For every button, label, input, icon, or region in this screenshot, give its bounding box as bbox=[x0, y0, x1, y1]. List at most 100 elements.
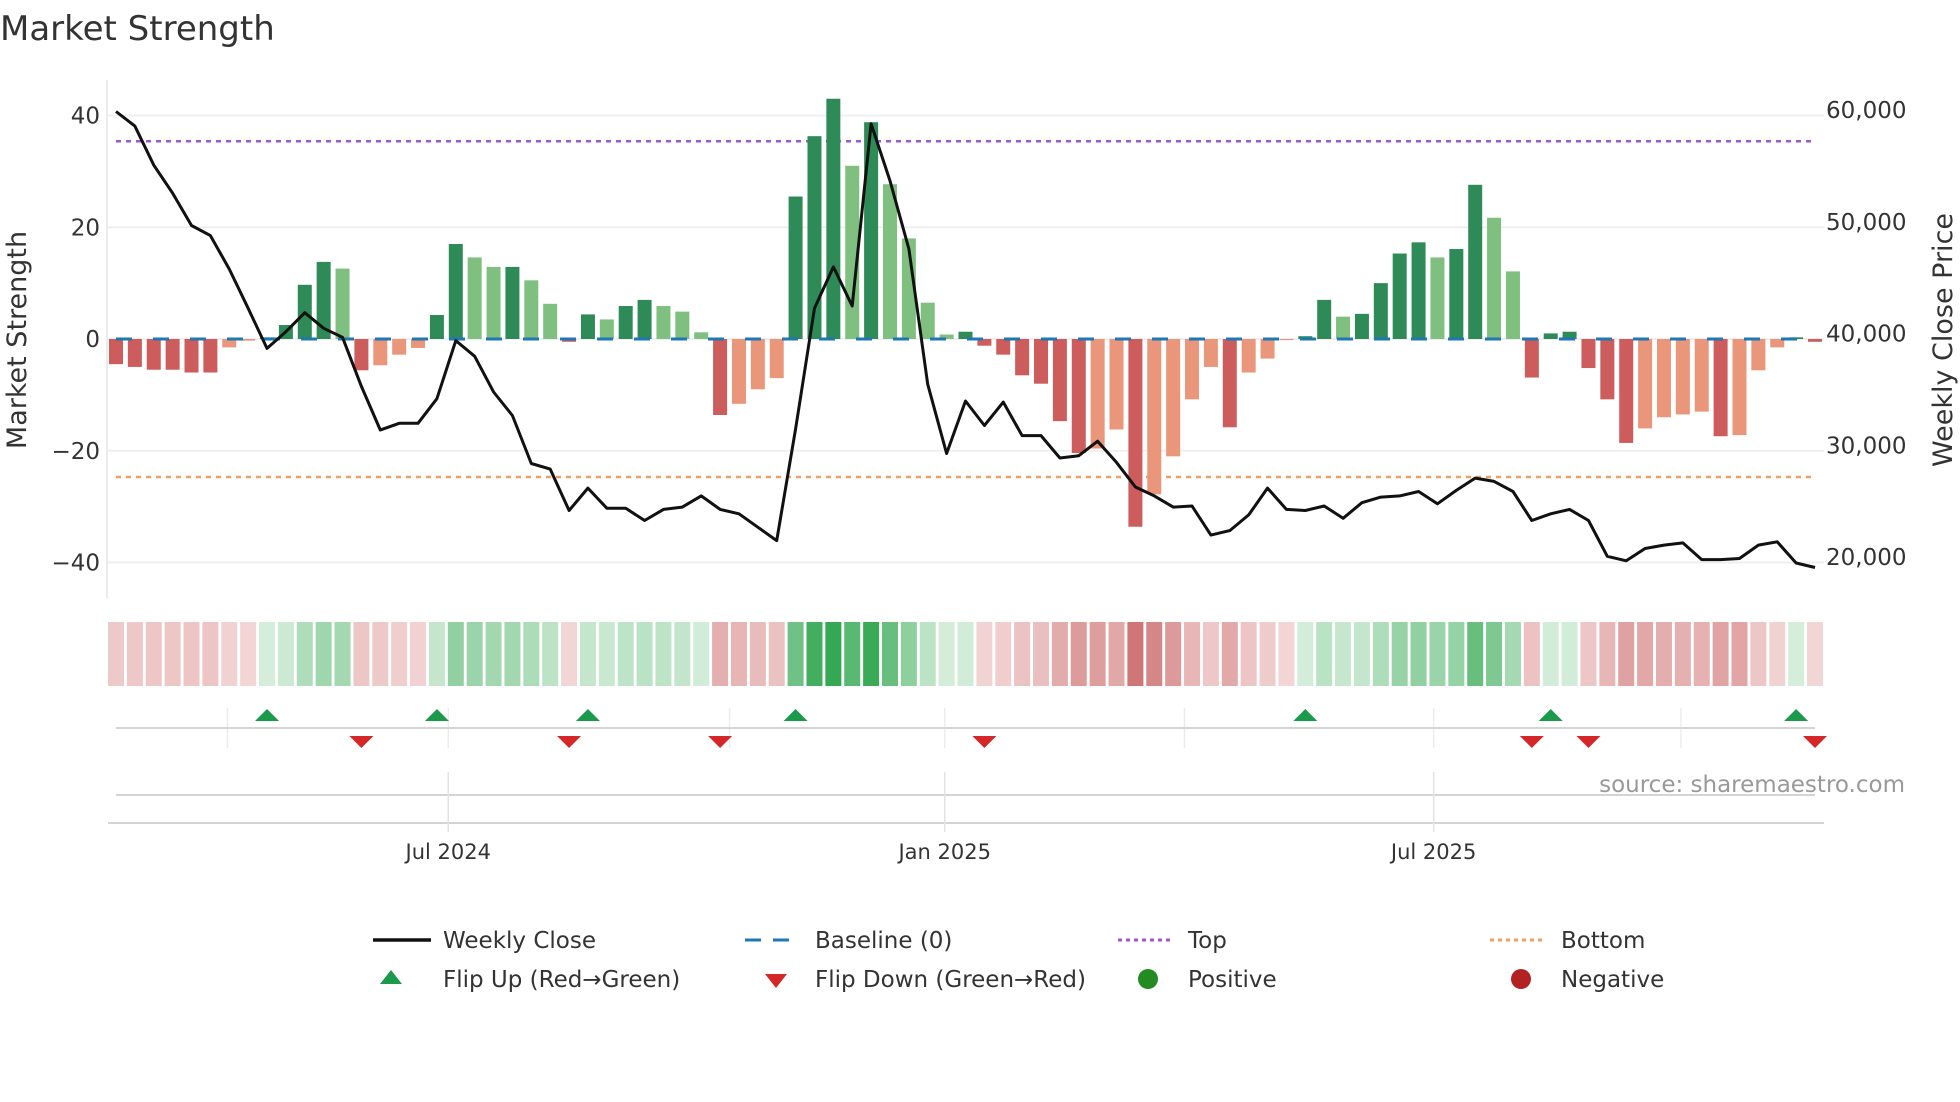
strength-tile bbox=[768, 622, 785, 686]
flip-down-marker bbox=[1519, 736, 1544, 748]
strength-bar bbox=[1694, 339, 1709, 412]
strength-bar bbox=[1071, 339, 1086, 453]
strength-bars bbox=[109, 98, 1822, 527]
strength-tile bbox=[730, 622, 747, 686]
strength-bar bbox=[1373, 283, 1388, 339]
flip-down-marker bbox=[557, 736, 582, 748]
strength-bar bbox=[713, 339, 728, 415]
strength-tile bbox=[1448, 622, 1465, 686]
strength-tile bbox=[1410, 622, 1427, 686]
chart-title: Market Strength bbox=[0, 9, 275, 49]
legend-label: Baseline (0) bbox=[815, 928, 952, 954]
strength-bar bbox=[750, 339, 765, 390]
legend-baseline[interactable]: Baseline (0) bbox=[745, 928, 952, 954]
left-axis-ticks: 40 20 0 −20 −40 bbox=[51, 104, 100, 577]
strength-tile bbox=[1429, 622, 1446, 686]
y-tick-label: 0 bbox=[85, 327, 100, 353]
strength-bar bbox=[1449, 249, 1464, 339]
circle-red-icon bbox=[1511, 969, 1531, 989]
strength-bar bbox=[373, 339, 388, 366]
strength-bar bbox=[448, 244, 463, 339]
strength-bar bbox=[1468, 184, 1483, 339]
strength-tile bbox=[957, 622, 974, 686]
flip-down-marker bbox=[349, 736, 374, 748]
strength-bar bbox=[165, 339, 180, 370]
strength-tile bbox=[447, 622, 464, 686]
y2-tick-label: 30,000 bbox=[1826, 433, 1906, 459]
strength-tile bbox=[1637, 622, 1654, 686]
strength-tile bbox=[1486, 622, 1503, 686]
strength-bar bbox=[1713, 339, 1728, 437]
strength-tile bbox=[1731, 622, 1748, 686]
strength-tile bbox=[806, 622, 823, 686]
market-strength-chart: Market Strength 40 20 0 −20 −40 60,000 50,000… bbox=[0, 9, 1959, 993]
strength-bar bbox=[1392, 253, 1407, 339]
y2-tick-label: 50,000 bbox=[1826, 210, 1906, 236]
strength-tile bbox=[938, 622, 955, 686]
legend-label: Weekly Close bbox=[443, 928, 596, 954]
triangle-down-icon bbox=[765, 974, 787, 988]
strength-bar bbox=[788, 196, 803, 339]
strength-bar bbox=[335, 268, 350, 339]
strength-tile bbox=[334, 622, 351, 686]
strength-tile bbox=[1033, 622, 1050, 686]
strength-tile bbox=[259, 622, 276, 686]
strength-tile bbox=[1240, 622, 1257, 686]
strength-bar bbox=[769, 339, 784, 379]
strength-bar bbox=[1543, 333, 1558, 339]
strength-bar bbox=[1166, 339, 1181, 457]
strength-bar bbox=[486, 266, 501, 339]
strength-tile bbox=[542, 622, 559, 686]
strength-tile bbox=[1580, 622, 1597, 686]
strength-tile bbox=[1316, 622, 1333, 686]
strength-tile bbox=[1769, 622, 1786, 686]
strength-bar bbox=[1034, 339, 1049, 384]
strength-tile bbox=[693, 622, 710, 686]
legend-label: Positive bbox=[1188, 967, 1277, 993]
strength-bar bbox=[1128, 339, 1143, 527]
flip-down-marker bbox=[972, 736, 997, 748]
strength-tile bbox=[1712, 622, 1729, 686]
legend-flip-down[interactable]: Flip Down (Green→Red) bbox=[765, 967, 1086, 993]
triangle-up-icon bbox=[380, 970, 402, 984]
strength-tile bbox=[1297, 622, 1314, 686]
strength-tile bbox=[919, 622, 936, 686]
strength-tile bbox=[749, 622, 766, 686]
legend-positive[interactable]: Positive bbox=[1138, 967, 1277, 993]
strength-bar bbox=[467, 257, 482, 339]
legend-top[interactable]: Top bbox=[1118, 928, 1227, 954]
strength-tile bbox=[617, 622, 634, 686]
strength-tile bbox=[523, 622, 540, 686]
legend-negative[interactable]: Negative bbox=[1511, 967, 1664, 993]
strength-bar bbox=[580, 314, 595, 339]
strength-bar bbox=[1808, 339, 1822, 342]
strength-tile bbox=[164, 622, 181, 686]
strength-tile bbox=[315, 622, 332, 686]
strength-bar bbox=[1524, 339, 1539, 378]
strength-tile bbox=[1599, 622, 1616, 686]
strength-tile bbox=[1146, 622, 1163, 686]
x-tick-label: Jul 2024 bbox=[404, 840, 491, 864]
source-label: source: sharemaestro.com bbox=[1599, 772, 1905, 798]
strength-tile bbox=[410, 622, 427, 686]
legend-flip-up[interactable]: Flip Up (Red→Green) bbox=[380, 967, 680, 993]
flip-up-marker bbox=[1293, 709, 1318, 721]
strength-bar bbox=[1222, 339, 1237, 428]
circle-green-icon bbox=[1138, 969, 1158, 989]
strength-tile bbox=[1184, 622, 1201, 686]
strength-bar bbox=[1675, 339, 1690, 415]
strength-tile bbox=[1523, 622, 1540, 686]
strength-bar bbox=[996, 339, 1011, 355]
strength-bar bbox=[1487, 217, 1502, 339]
strength-tile bbox=[504, 622, 521, 686]
strength-bar bbox=[1600, 339, 1615, 400]
legend-weekly-close[interactable]: Weekly Close bbox=[373, 928, 596, 954]
strength-bar bbox=[109, 339, 123, 365]
strength-bar bbox=[1052, 339, 1067, 422]
legend-label: Negative bbox=[1561, 967, 1664, 993]
strength-tile bbox=[221, 622, 238, 686]
legend-bottom[interactable]: Bottom bbox=[1490, 928, 1645, 954]
strength-tile bbox=[900, 622, 917, 686]
strength-bar bbox=[1336, 316, 1351, 339]
strength-tile bbox=[1750, 622, 1767, 686]
